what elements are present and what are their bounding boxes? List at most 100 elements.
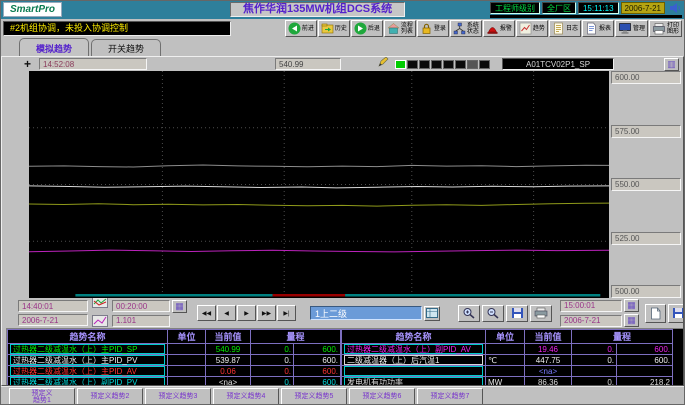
toolbar-button-login[interactable]: 登录: [417, 20, 449, 37]
vcr-controls: ◀◀◀▶▶▶▶|: [197, 305, 296, 321]
titlebar-status-area: 工程师级别 全厂区 15:11:13 2006-7-21: [490, 2, 682, 18]
pen-value-cell: 447.75: [525, 355, 572, 366]
pen-name-label[interactable]: 过热器二级减温水（上）副PID_AV: [344, 344, 483, 354]
user-level-badge: 工程师级别: [490, 2, 540, 14]
pen-table-row: 过热器二级减温水（上）副PID_AV19.460.600.: [342, 344, 673, 355]
print-chart-button[interactable]: [530, 305, 552, 322]
preset-trend-tab-2[interactable]: 预定义趋势2: [77, 388, 143, 405]
trend-olive-green: [29, 203, 609, 206]
scale-ratio-field[interactable]: 1.101: [112, 315, 170, 327]
trend-group-combo: 1上二级: [310, 306, 440, 321]
pen-swatch-3[interactable]: [419, 60, 430, 69]
green-right-arrow-icon: [354, 22, 367, 35]
start-date-field[interactable]: 2006-7-21: [18, 314, 88, 326]
pen-unit-cell: [486, 344, 525, 355]
pen-name-label[interactable]: 过热器二级减温水（上）副PID_PV: [10, 377, 165, 386]
pen-name-label[interactable]: [344, 366, 483, 376]
pen-name-label[interactable]: 过热器二级减温水（上）主PID_AV: [10, 366, 165, 376]
toolbar-button-print-graphics[interactable]: 打印 图形: [649, 20, 682, 37]
pen-range-max-cell: 600.: [294, 344, 341, 355]
col-header-value: 当前值: [206, 330, 251, 344]
pen-name-label[interactable]: 过热器二级减温水（上）主PID_PV: [10, 355, 165, 365]
step-back-button[interactable]: ◀: [217, 305, 236, 321]
zoom-out-button[interactable]: [482, 305, 504, 322]
cursor-time-field[interactable]: 14:52:08: [39, 58, 147, 70]
toolbar-button-label: 打印 图形: [667, 23, 679, 35]
pen-name-label[interactable]: 发电机有功功率: [344, 377, 483, 386]
save-trend-button[interactable]: [668, 304, 683, 323]
pen-swatch-2[interactable]: [407, 60, 418, 69]
y-axis-labels: 600.00575.00550.00525.00500.00: [609, 71, 683, 298]
pen-swatch-6[interactable]: [455, 60, 466, 69]
step-forward-button[interactable]: ▶: [237, 305, 256, 321]
toolbar-button-label: 报表: [599, 26, 611, 32]
cursor-value-field[interactable]: 540.99: [275, 58, 341, 70]
pen-unit-cell: MW: [486, 377, 525, 387]
toolbar-button-alarm[interactable]: 报警: [483, 20, 515, 37]
fast-forward-button[interactable]: ▶▶: [257, 305, 276, 321]
toolbar-button-label: 流程 列表: [401, 23, 413, 35]
alarm-bell-icon: [486, 22, 499, 35]
y-tick-label: 600.00: [611, 71, 681, 84]
pen-name-label[interactable]: 过热器二级减温水（上）主PID_SP: [10, 344, 165, 354]
tab-analog-trend[interactable]: 模拟趋势: [19, 38, 89, 56]
toolbar-button-label: 日志: [566, 26, 578, 32]
span-settings-button[interactable]: ▦: [172, 300, 187, 313]
toolbar-button-label: 历史: [335, 26, 347, 32]
pen-swatch-8[interactable]: [479, 60, 490, 69]
rewind-button[interactable]: ◀◀: [197, 305, 216, 321]
trend-plot[interactable]: [29, 71, 609, 298]
pen-range-min-cell: 0.: [572, 344, 617, 355]
pen-range-max-cell: 218.2: [617, 377, 673, 387]
toolbar-button-sys-status[interactable]: 系统 状态: [450, 20, 482, 37]
toolbar-button-flow-list[interactable]: 流程 列表: [384, 20, 416, 37]
pen-table-row: 二级减温器（上）后汽温1℃447.750.600.: [342, 355, 673, 366]
new-trend-button[interactable]: [645, 304, 666, 323]
pen-swatch-1[interactable]: [395, 60, 406, 69]
pen-swatch-7[interactable]: [467, 60, 478, 69]
toolbar-button-label: 登录: [434, 26, 446, 32]
pen-swatch-4[interactable]: [431, 60, 442, 69]
preset-trend-tab-6[interactable]: 预定义趋势6: [349, 388, 415, 405]
time-span-field[interactable]: 00:20:00: [112, 300, 170, 312]
toolbar-button-forward[interactable]: 后退: [351, 20, 383, 37]
pen-name-label[interactable]: 二级减温器（上）后汽温1: [344, 355, 483, 365]
pen-table-right: 趋势名称单位当前值量程过热器二级减温水（上）副PID_AV19.460.600.…: [341, 329, 673, 386]
col-header-unit: 单位: [486, 330, 525, 344]
pen-name-cell: 过热器二级减温水（上）主PID_PV: [8, 355, 168, 366]
start-time-field[interactable]: 14:40:01: [18, 300, 88, 312]
toolbar-button-report[interactable]: 报表: [582, 20, 614, 37]
save-chart-button[interactable]: [506, 305, 528, 322]
pen-table-row: 过热器二级减温水（上）主PID_PV539.870.600.: [8, 355, 341, 366]
chart-settings-button[interactable]: ▥: [664, 58, 679, 71]
crosshair-icon[interactable]: +: [24, 59, 31, 69]
pen-swatch-5[interactable]: [443, 60, 454, 69]
pen-name-cell: [342, 366, 486, 377]
end-time-field[interactable]: 15:00:01: [560, 300, 622, 312]
preset-trend-tab-3[interactable]: 预定义趋势3: [145, 388, 211, 405]
pen-value-cell: 0.06: [206, 366, 251, 377]
alarm-message-strip: [490, 15, 682, 18]
end-date-field[interactable]: 2006-7-21: [560, 315, 622, 327]
speaker-icon[interactable]: [669, 2, 682, 14]
end-time-calendar-button[interactable]: ▦: [624, 299, 639, 312]
go-end-button[interactable]: ▶|: [277, 305, 296, 321]
tab-switch-trend[interactable]: 开关趋势: [91, 39, 161, 56]
pen-table-left: 趋势名称单位当前值量程过热器二级减温水（上）主PID_SP540.990.600…: [7, 329, 341, 386]
toolbar-button-manage[interactable]: 管理: [615, 20, 648, 37]
preset-trend-tab-1[interactable]: 预定义 趋势1: [9, 388, 75, 405]
trend-group-field[interactable]: 1上二级: [310, 306, 422, 320]
preset-trend-tab-5[interactable]: 预定义趋势5: [281, 388, 347, 405]
end-date-calendar-button[interactable]: ▦: [624, 314, 639, 327]
toolbar-button-history[interactable]: 历史: [318, 20, 350, 37]
trend-group-select-button[interactable]: [424, 306, 440, 321]
toolbar-button-trend[interactable]: 趋势: [516, 20, 548, 37]
smartpro-logo: SmartPro: [3, 2, 62, 17]
toolbar-button-log[interactable]: 日志: [549, 20, 581, 37]
toolbar-button-back[interactable]: 前进: [285, 20, 317, 37]
zoom-in-button[interactable]: [458, 305, 480, 322]
lock-icon: [420, 22, 433, 35]
preset-trend-tab-4[interactable]: 预定义趋势4: [213, 388, 279, 405]
pen-range-min-cell: 0.: [251, 355, 294, 366]
preset-trend-tab-7[interactable]: 预定义趋势7: [417, 388, 483, 405]
